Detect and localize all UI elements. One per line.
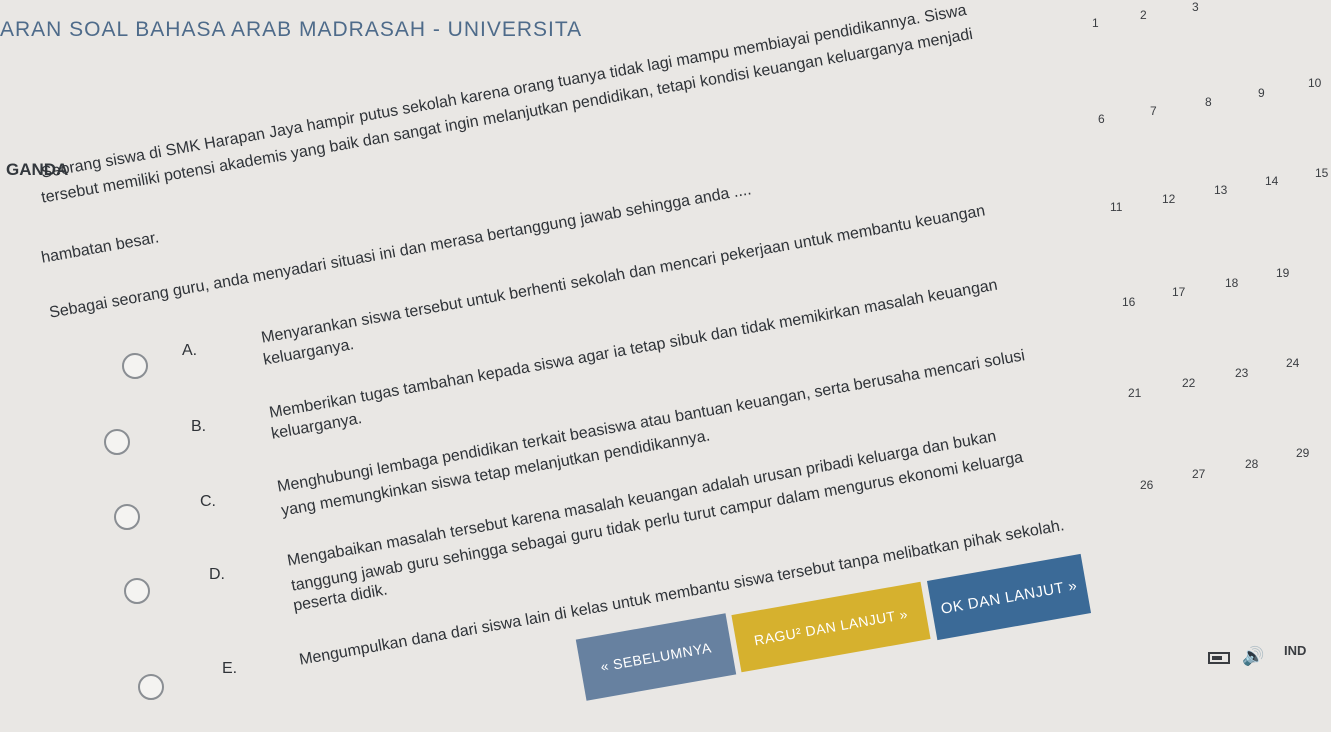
speaker-icon[interactable]: 🔊	[1242, 646, 1264, 667]
question-number[interactable]: 2	[1140, 8, 1147, 22]
question-number[interactable]: 17	[1172, 285, 1185, 299]
option-c-letter: C.	[200, 493, 216, 510]
question-number[interactable]: 7	[1150, 104, 1157, 118]
question-line-2: tersebut memiliki potensi akademis yang …	[40, 25, 975, 207]
question-number[interactable]: 8	[1205, 95, 1212, 109]
question-number[interactable]: 12	[1162, 192, 1175, 206]
question-number[interactable]: 15	[1315, 166, 1328, 180]
page-title: ARAN SOAL BAHASA ARAB MADRASAH - UNIVERS…	[0, 18, 583, 41]
question-number[interactable]: 26	[1140, 478, 1153, 492]
question-number[interactable]: 22	[1182, 376, 1195, 390]
question-number[interactable]: 6	[1098, 112, 1105, 126]
option-e-letter: E.	[222, 660, 238, 677]
option-d-letter: D.	[209, 566, 225, 583]
option-b-line-1[interactable]: Memberikan tugas tambahan kepada siswa a…	[268, 277, 999, 423]
question-number[interactable]: 21	[1128, 386, 1141, 400]
question-number[interactable]: 14	[1265, 174, 1278, 188]
ragu-button[interactable]: RAGU² DAN LANJUT »	[731, 581, 931, 673]
question-number[interactable]: 28	[1245, 457, 1258, 471]
question-line-3: hambatan besar.	[40, 229, 161, 267]
question-number[interactable]: 24	[1286, 356, 1299, 370]
option-b-letter: B.	[191, 418, 207, 435]
option-a-radio[interactable]	[122, 353, 148, 379]
question-number[interactable]: 10	[1308, 76, 1321, 90]
question-number[interactable]: 27	[1192, 467, 1205, 481]
question-number[interactable]: 13	[1214, 183, 1227, 197]
prev-button[interactable]: « SEBELUMNYA	[575, 613, 737, 701]
option-c-radio[interactable]	[114, 504, 140, 530]
question-number[interactable]: 18	[1225, 276, 1238, 290]
option-d-radio[interactable]	[124, 578, 150, 604]
option-a-letter: A.	[182, 342, 198, 359]
option-a-line-1[interactable]: Menyarankan siswa tersebut untuk berhent…	[260, 202, 987, 347]
ok-next-button[interactable]: OK DAN LANJUT »	[926, 553, 1092, 641]
question-number[interactable]: 1	[1092, 16, 1099, 30]
language-indicator[interactable]: IND	[1284, 643, 1306, 658]
question-number[interactable]: 23	[1235, 366, 1248, 380]
battery-icon	[1208, 652, 1230, 664]
question-number[interactable]: 29	[1296, 446, 1309, 460]
question-number[interactable]: 19	[1276, 266, 1289, 280]
question-number[interactable]: 11	[1110, 200, 1122, 214]
question-line-4: Sebagai seorang guru, anda menyadari sit…	[48, 181, 753, 322]
question-number[interactable]: 16	[1122, 295, 1135, 309]
question-number[interactable]: 3	[1192, 0, 1199, 14]
option-b-radio[interactable]	[104, 429, 130, 455]
option-e-radio[interactable]	[138, 674, 164, 700]
question-number[interactable]: 9	[1258, 86, 1265, 100]
